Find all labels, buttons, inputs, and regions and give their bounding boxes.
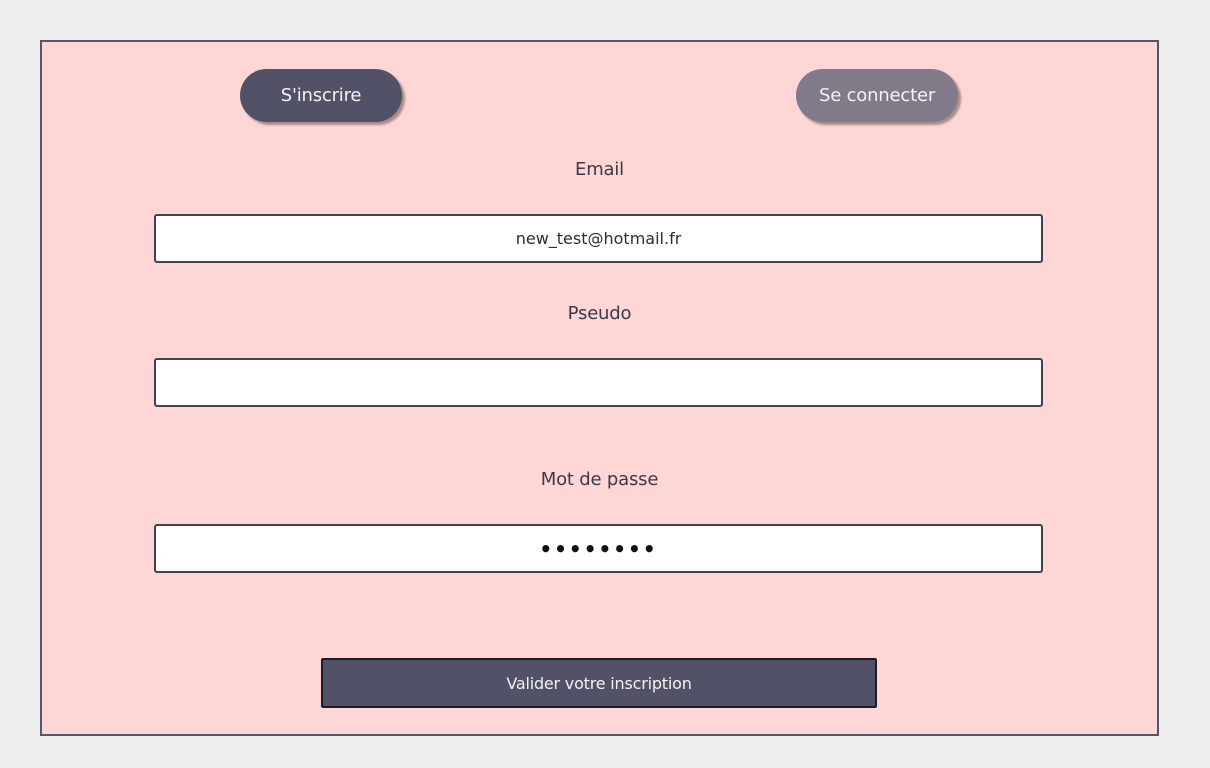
pseudo-field[interactable]	[154, 358, 1043, 407]
submit-signup-button[interactable]: Valider votre inscription	[321, 658, 877, 708]
email-field[interactable]: new_test@hotmail.fr	[154, 214, 1043, 263]
password-field[interactable]: ••••••••	[154, 524, 1043, 573]
email-label: Email	[575, 159, 624, 180]
login-tab-button[interactable]: Se connecter	[796, 69, 958, 122]
signup-panel: S'inscrire Se connecter Email new_test@h…	[40, 40, 1159, 736]
pseudo-label: Pseudo	[567, 303, 632, 324]
password-label: Mot de passe	[540, 469, 659, 490]
signup-tab-button[interactable]: S'inscrire	[240, 69, 402, 122]
